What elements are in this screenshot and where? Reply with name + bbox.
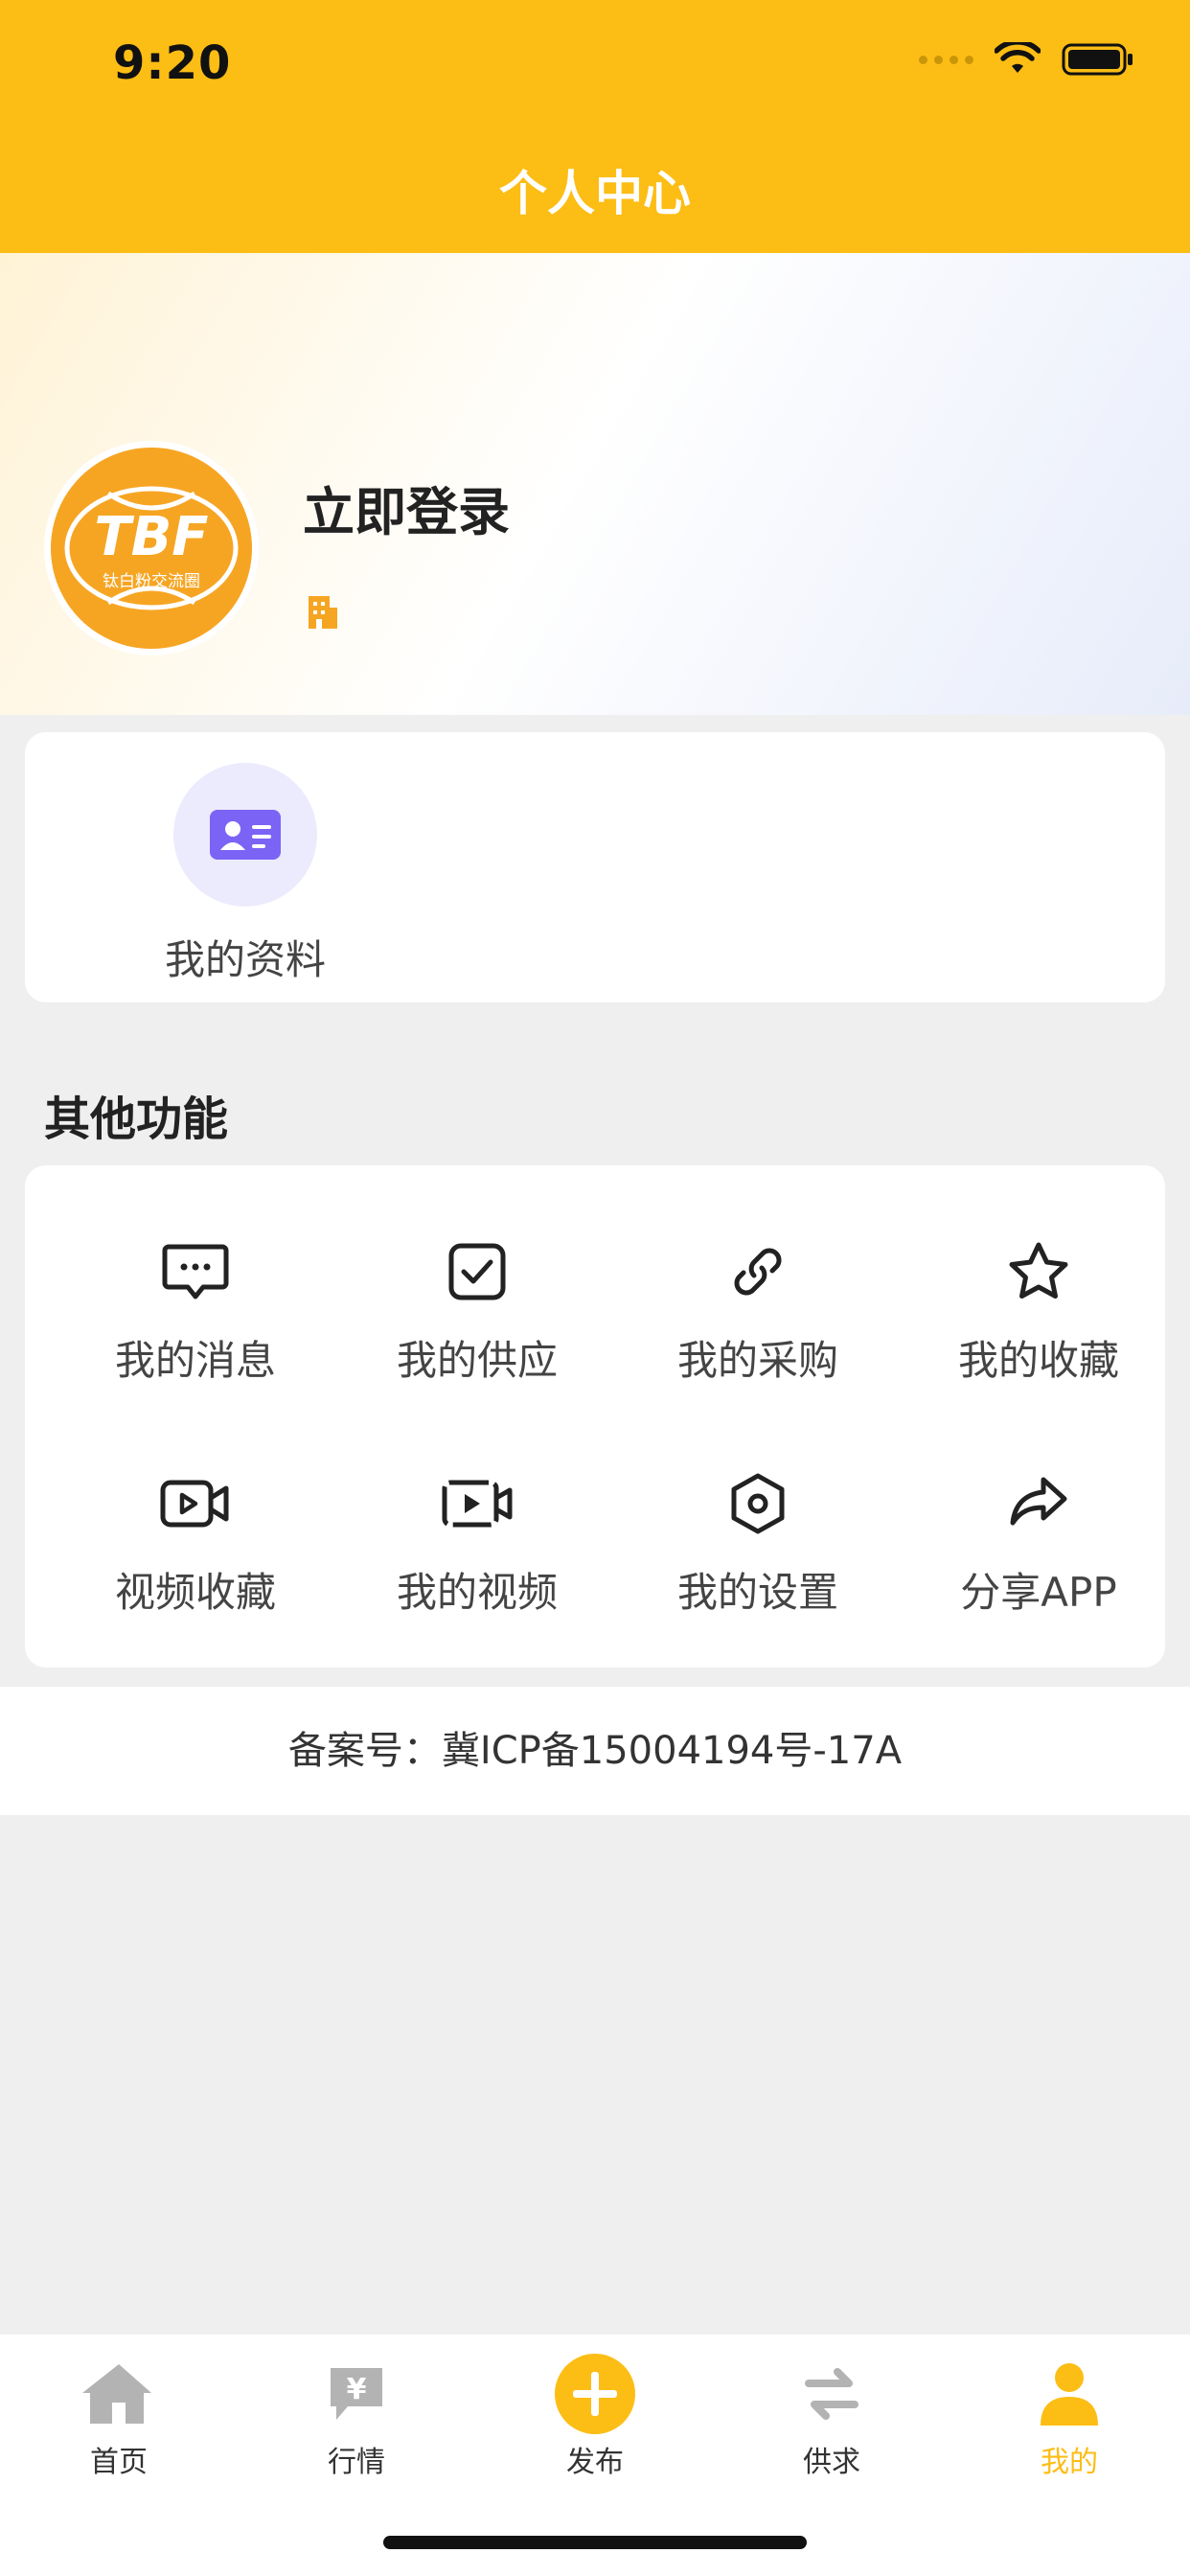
my-info-label: 我的资料 <box>164 936 326 983</box>
func-video-favorites[interactable]: 视频收藏 <box>71 1466 320 1619</box>
login-link[interactable]: 立即登录 <box>303 470 510 545</box>
func-my-favorites[interactable]: 我的收藏 <box>914 1234 1163 1387</box>
home-icon <box>82 2364 151 2424</box>
link-icon <box>734 1248 782 1296</box>
func-label: 我的设置 <box>676 1569 838 1616</box>
star-icon <box>1009 1242 1068 1299</box>
tab-label: 供求 <box>803 2446 860 2479</box>
tab-market[interactable]: ¥ 行情 <box>270 2352 443 2480</box>
home-indicator <box>383 2536 807 2549</box>
tab-label: 我的 <box>1041 2446 1098 2479</box>
functions-grid: 我的消息 我的供应 我的采购 我的收藏 视频收藏 我的视频 我的设置 分享APP <box>25 1165 1165 1668</box>
person-icon <box>1041 2363 1098 2426</box>
message-icon <box>162 1244 229 1300</box>
video-camera-icon <box>160 1480 229 1528</box>
tab-supply-demand[interactable]: 供求 <box>745 2352 918 2480</box>
icp-filing-text: 备案号：冀ICP备15004194号-17A <box>0 1687 1190 1815</box>
logo-text: TBF <box>94 506 208 568</box>
app-header: 9:20 个人中心 <box>0 0 1190 253</box>
plus-circle-icon <box>555 2354 635 2434</box>
tab-mine[interactable]: 我的 <box>983 2352 1156 2480</box>
info-icon-bg <box>173 763 317 907</box>
settings-hex-icon <box>731 1473 785 1534</box>
func-my-videos[interactable]: 我的视频 <box>353 1466 602 1619</box>
share-icon <box>1010 1477 1067 1526</box>
func-my-supply[interactable]: 我的供应 <box>353 1234 602 1387</box>
func-label: 我的收藏 <box>957 1337 1119 1384</box>
func-label: 分享APP <box>960 1569 1117 1616</box>
func-label: 我的视频 <box>396 1569 558 1616</box>
svg-text:¥: ¥ <box>347 2373 367 2406</box>
exchange-icon <box>805 2368 858 2420</box>
logo-graphic: TBF 钛白粉交流圈 <box>64 486 239 610</box>
my-info-card: 我的资料 <box>25 732 1165 1002</box>
func-label: 我的采购 <box>676 1337 838 1384</box>
tbf-logo: TBF 钛白粉交流圈 <box>51 448 252 649</box>
id-card-icon <box>210 810 281 860</box>
status-time: 9:20 <box>113 36 232 90</box>
my-info-button[interactable]: 我的资料 <box>123 763 368 986</box>
profile-banner: TBF 钛白粉交流圈 立即登录 <box>0 253 1190 715</box>
page-title: 个人中心 <box>499 166 691 221</box>
tab-publish[interactable]: 发布 <box>509 2352 681 2480</box>
checkbox-icon <box>448 1243 506 1300</box>
tab-label: 发布 <box>566 2446 624 2479</box>
logo-subtitle: 钛白粉交流圈 <box>103 572 200 591</box>
battery-icon <box>1062 43 1133 76</box>
price-tag-icon: ¥ <box>331 2368 382 2420</box>
section-title-other: 其他功能 <box>44 1092 229 1146</box>
func-label: 视频收藏 <box>114 1569 276 1616</box>
avatar[interactable]: TBF 钛白粉交流圈 <box>44 441 259 656</box>
tab-label: 行情 <box>328 2446 385 2479</box>
func-label: 我的消息 <box>114 1337 276 1384</box>
company-building-icon <box>309 596 337 629</box>
func-label: 我的供应 <box>396 1337 558 1384</box>
video-play-icon <box>442 1480 513 1528</box>
func-share-app[interactable]: 分享APP <box>914 1466 1163 1619</box>
signal-dots-icon <box>919 55 973 64</box>
func-my-purchase[interactable]: 我的采购 <box>633 1234 882 1387</box>
tab-home[interactable]: 首页 <box>33 2352 205 2480</box>
tab-label: 首页 <box>90 2446 148 2479</box>
func-my-settings[interactable]: 我的设置 <box>633 1466 882 1619</box>
wifi-icon <box>995 42 1041 73</box>
status-indicators <box>919 42 1134 77</box>
func-my-messages[interactable]: 我的消息 <box>71 1234 320 1387</box>
